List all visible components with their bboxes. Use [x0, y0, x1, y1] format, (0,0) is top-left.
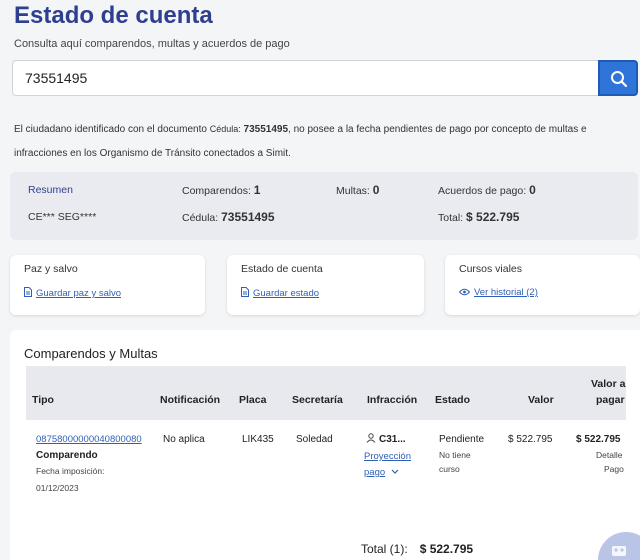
page-title: Estado de cuenta [14, 2, 213, 29]
view-history-link[interactable]: Ver historial (2) [458, 287, 538, 299]
proyeccion-pago-toggle[interactable]: pago [364, 467, 399, 478]
card-estado-de-cuenta: Estado de cuenta Guardar estado [227, 255, 424, 315]
summary-panel: Resumen CE*** SEG**** Comparendos: 1 Céd… [10, 172, 638, 240]
card-cursos-viales: Cursos viales Ver historial (2) [445, 255, 640, 315]
col-placa: Placa [239, 394, 267, 406]
notice-text-2: , no posee a la fecha pendientes de pago… [288, 124, 587, 135]
secretaria-value: Soledad [296, 434, 333, 445]
col-notificacion: Notificación [160, 394, 221, 406]
document-icon [24, 287, 32, 300]
search-icon [611, 71, 628, 88]
table-header: Tipo Notificación Placa Secretaría Infra… [26, 366, 626, 420]
infraccion-value: C31... [366, 433, 406, 445]
card-title: Estado de cuenta [241, 263, 323, 275]
summary-comparendos: Comparendos: 1 [182, 183, 261, 197]
curso-line-1: No tiene [439, 450, 471, 460]
summary-name: CE*** SEG**** [28, 211, 97, 223]
col-tipo: Tipo [32, 394, 54, 406]
fecha-value: 01/12/2023 [36, 483, 79, 493]
page-subtitle: Consulta aquí comparendos, multas y acue… [14, 38, 290, 50]
notice-doc-label: Cédula: [209, 124, 241, 134]
save-estado-link[interactable]: Guardar estado [241, 287, 319, 300]
summary-acuerdos: Acuerdos de pago: 0 [438, 183, 536, 197]
search-input[interactable] [12, 60, 598, 96]
save-paz-y-salvo-link[interactable]: Guardar paz y salvo [24, 287, 121, 300]
chat-assistant-button[interactable] [598, 532, 640, 560]
fecha-label: Fecha imposición: [36, 466, 105, 476]
summary-label: Resumen [28, 184, 73, 196]
summary-total: Total: $ 522.795 [438, 210, 520, 224]
summary-cedula: Cédula: 73551495 [182, 210, 275, 224]
table-total: Total (1): $ 522.795 [361, 542, 474, 556]
section-title: Comparendos y Multas [24, 346, 158, 361]
document-icon [241, 287, 249, 300]
card-title: Paz y salvo [24, 263, 78, 275]
col-infraccion: Infracción [367, 394, 418, 406]
estado-value: Pendiente [439, 434, 485, 445]
chevron-down-icon [391, 469, 399, 474]
detalle-pago-line-1[interactable]: Detalle [596, 450, 622, 460]
summary-multas: Multas: 0 [336, 183, 380, 197]
notificacion-value: No aplica [163, 434, 205, 445]
valor-pagar-value: $ 522.795 [576, 434, 621, 445]
proyeccion-pago-link[interactable]: Proyección [364, 451, 411, 462]
comparendo-type: Comparendo [36, 450, 98, 461]
col-valor-pagar: Valor a [591, 378, 626, 390]
detalle-pago-line-2[interactable]: Pago [604, 464, 624, 474]
card-paz-y-salvo: Paz y salvo Guardar paz y salvo [10, 255, 205, 315]
search-bar [12, 60, 638, 96]
eye-icon [458, 288, 471, 299]
valor-value: $ 522.795 [508, 434, 553, 445]
notice-text-1: El ciudadano identificado con el documen… [14, 124, 210, 135]
col-estado: Estado [435, 394, 471, 406]
card-title: Cursos viales [459, 263, 523, 275]
search-button[interactable] [598, 60, 638, 96]
col-valor-pagar-2: pagar [596, 394, 625, 406]
notice-doc-number: 73551495 [243, 124, 289, 135]
person-icon [366, 433, 376, 443]
comparendo-number-link[interactable]: 08758000000040800080 [36, 434, 142, 445]
col-secretaria: Secretaría [292, 394, 343, 406]
placa-value: LIK435 [242, 434, 274, 445]
col-valor: Valor [528, 394, 554, 406]
notice-text-3: infracciones en los Organismo de Tránsit… [14, 148, 291, 159]
curso-line-2: curso [439, 464, 460, 474]
robot-icon [612, 546, 626, 556]
account-notice: El ciudadano identificado con el documen… [14, 117, 634, 166]
fines-section: Comparendos y Multas Tipo Notificación P… [10, 330, 640, 560]
